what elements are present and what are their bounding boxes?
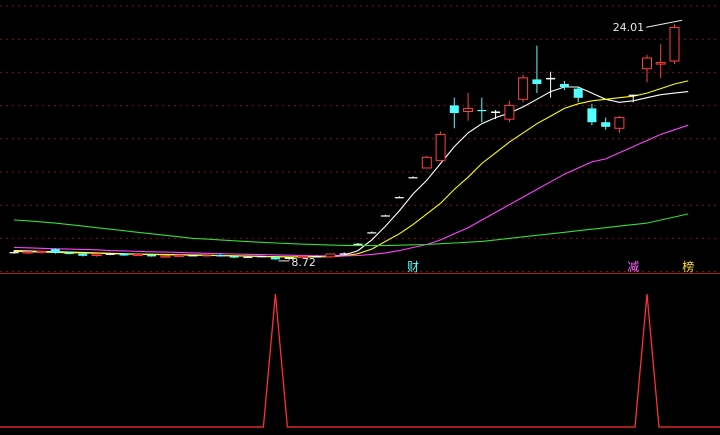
- candle-body: [669, 26, 680, 62]
- price-label: 24.01: [613, 21, 645, 34]
- candle-body: [229, 256, 239, 258]
- candle-body: [215, 254, 225, 257]
- candle-body: [463, 107, 474, 113]
- signal-marker: 财: [407, 260, 419, 274]
- candle-body: [628, 94, 638, 96]
- candle-body: [394, 197, 404, 199]
- candle-body: [9, 252, 19, 254]
- candle-body: [421, 156, 432, 169]
- candle-body: [573, 88, 583, 98]
- candle-body: [546, 77, 556, 80]
- candle-body: [22, 251, 33, 254]
- candle-body: [174, 254, 185, 257]
- candle-body: [381, 215, 390, 217]
- candle-body: [78, 253, 88, 256]
- signal-marker: 减: [627, 260, 639, 274]
- candle-body: [105, 253, 115, 255]
- candle-body: [119, 253, 129, 256]
- candle-body: [559, 84, 569, 88]
- candle-body: [655, 62, 666, 65]
- candle-body: [64, 252, 74, 255]
- candle-body: [270, 257, 280, 260]
- candle-body: [408, 177, 418, 179]
- candle: [669, 24, 680, 65]
- candle: [132, 253, 143, 257]
- stock-chart: 24.01 8.72 财 减 榜: [0, 0, 720, 435]
- candle-body: [587, 108, 597, 123]
- candle-body: [325, 253, 336, 258]
- candle-body: [339, 253, 349, 255]
- candle-body: [449, 105, 459, 113]
- candle-body: [614, 117, 625, 129]
- candle-body: [532, 79, 542, 84]
- candle-body: [132, 253, 143, 257]
- candle-body: [504, 104, 515, 120]
- candle-body: [50, 249, 60, 253]
- candle-body: [36, 250, 47, 254]
- price-label: 8.72: [291, 256, 316, 269]
- candle: [421, 155, 432, 169]
- chart-background: [0, 0, 720, 435]
- candle-body: [160, 255, 171, 258]
- candle-body: [642, 57, 652, 70]
- candle-body: [202, 255, 212, 257]
- candle-body: [477, 110, 487, 112]
- candle-body: [435, 133, 446, 161]
- candle-body: [91, 253, 102, 256]
- candle-body: [188, 255, 198, 257]
- candle: [160, 255, 171, 258]
- candle-body: [147, 254, 157, 257]
- candle-body: [257, 256, 267, 258]
- candle: [435, 131, 446, 161]
- signal-marker: 榜: [682, 259, 694, 274]
- candle-body: [601, 122, 611, 127]
- candle: [518, 74, 529, 103]
- candle-body: [518, 77, 529, 100]
- candle-body: [367, 232, 377, 234]
- candle: [270, 256, 280, 260]
- candle-body: [491, 111, 501, 113]
- candle: [36, 250, 47, 254]
- candle-body: [353, 243, 363, 245]
- candle-body: [243, 256, 253, 258]
- candle: [174, 254, 185, 257]
- candle: [325, 253, 336, 258]
